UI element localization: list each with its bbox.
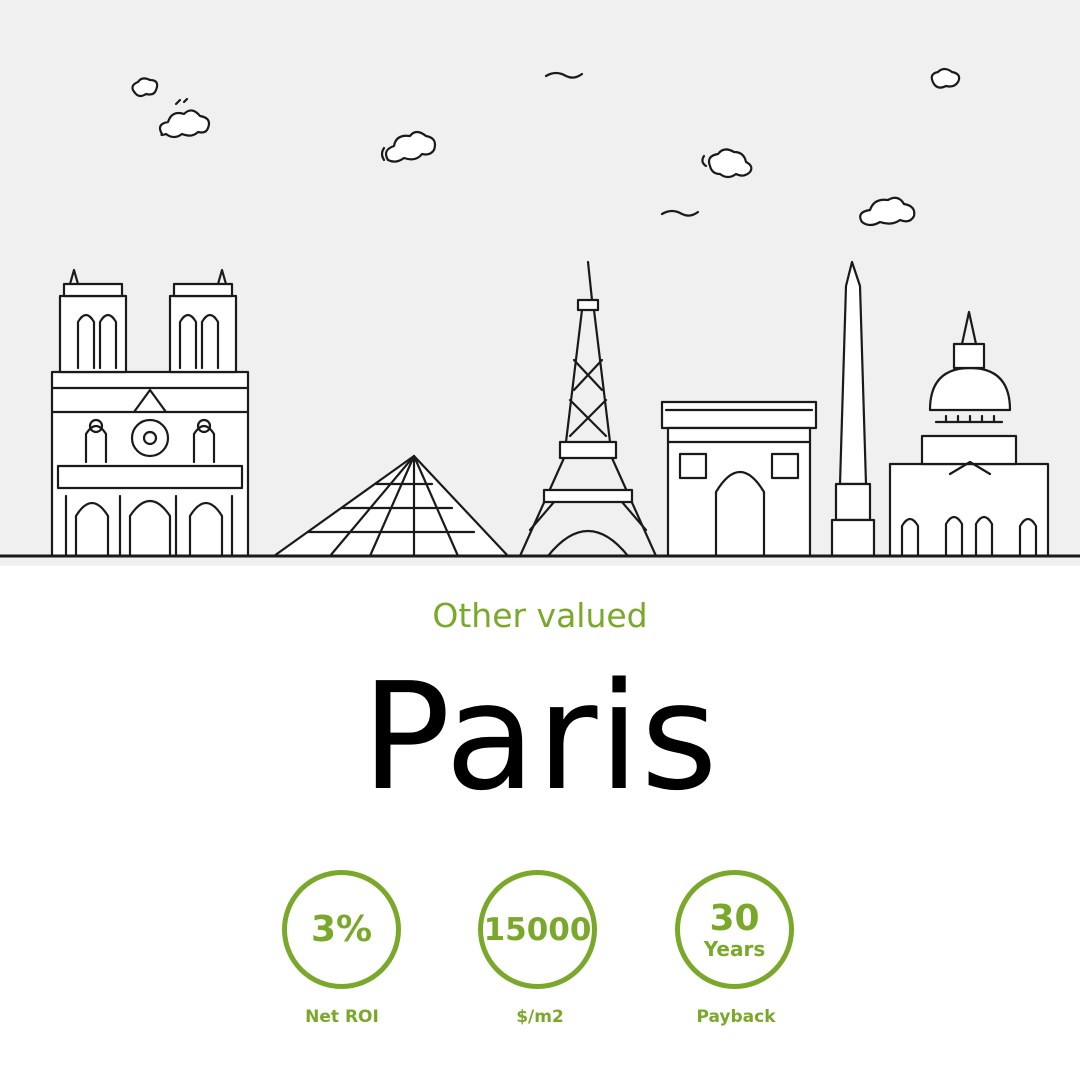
paris-card: Other valued Paris 3% Net ROI 15000 $/m2… <box>0 0 1080 1080</box>
stat-unit: Years <box>703 936 766 961</box>
paris-skyline-illustration <box>0 0 1080 566</box>
subtitle: Other valued <box>432 596 648 635</box>
stat-value: 30 <box>709 897 760 939</box>
price-per-m2-label: $/m2 <box>516 1007 564 1027</box>
cloud-icon <box>930 67 961 89</box>
city-title: Paris <box>361 651 719 823</box>
stat-value: 3% <box>310 908 373 950</box>
stat-value: 15000 <box>483 911 592 948</box>
payback-circle: 30 Years <box>675 870 794 989</box>
net-roi-label: Net ROI <box>305 1007 379 1027</box>
payback-label: Payback <box>696 1007 776 1027</box>
price-per-m2-circle: 15000 <box>478 870 597 989</box>
net-roi-circle: 3% <box>282 870 401 989</box>
arc-de-triomphe-illustration <box>660 400 818 558</box>
